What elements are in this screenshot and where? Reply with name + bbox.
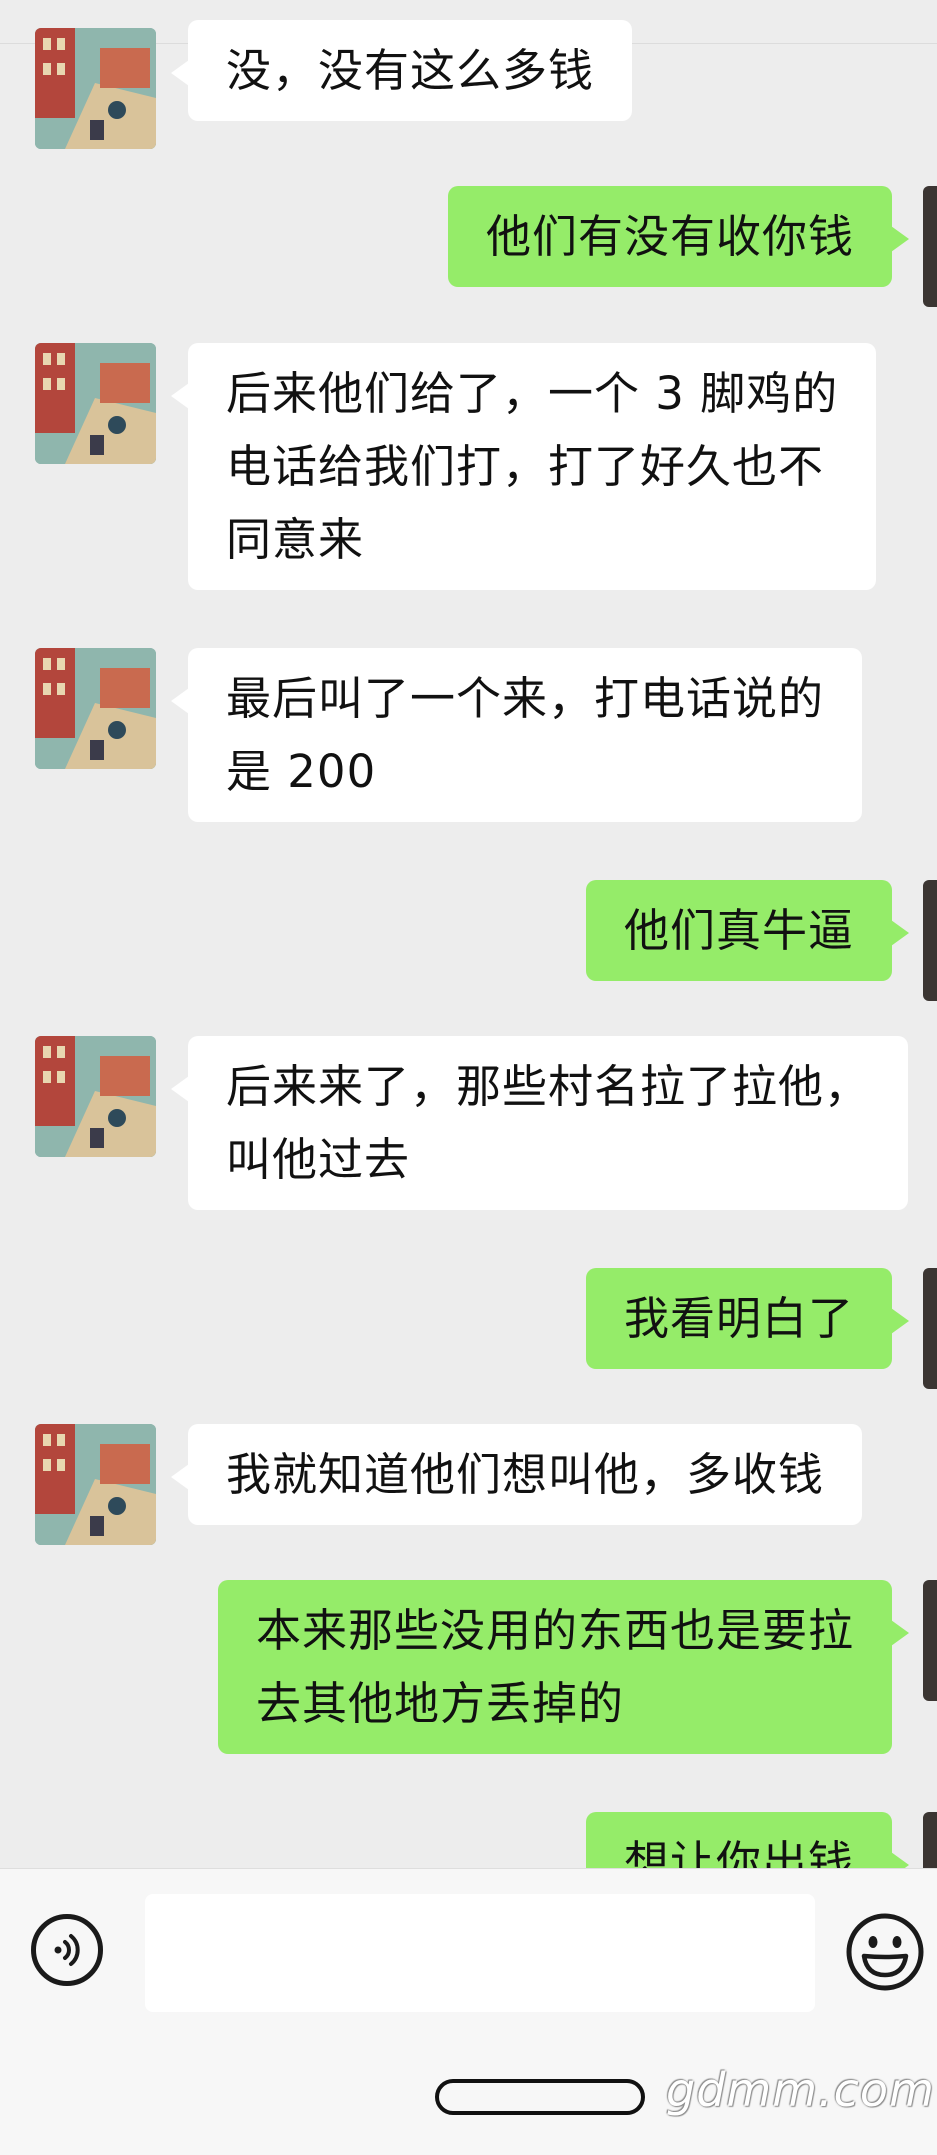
chat-input-bar: gdmm.com: [0, 1868, 937, 2155]
contact-avatar[interactable]: [35, 1424, 156, 1545]
incoming-message-bubble[interactable]: 我就知道他们想叫他，多收钱: [170, 1424, 863, 1525]
voice-button[interactable]: [31, 1914, 103, 1986]
incoming-message-bubble[interactable]: 后来来了，那些村名拉了拉他， 叫他过去: [170, 1036, 909, 1210]
watermark: gdmm.com: [666, 2063, 935, 2117]
message-input[interactable]: [145, 1894, 815, 2012]
contact-avatar[interactable]: [35, 343, 156, 464]
self-avatar[interactable]: [923, 1580, 937, 1701]
incoming-message-bubble[interactable]: 后来他们给了，一个 3 脚鸡的 电话给我们打，打了好久也不 同意来: [170, 343, 877, 590]
contact-avatar[interactable]: [35, 28, 156, 149]
incoming-message-bubble[interactable]: 没，没有这么多钱: [170, 20, 633, 121]
avatar-painting-image: [35, 28, 156, 149]
contact-avatar[interactable]: [35, 1036, 156, 1157]
contact-avatar[interactable]: [35, 648, 156, 769]
home-indicator[interactable]: [435, 2079, 645, 2115]
outgoing-message-bubble[interactable]: 想让你出钱: [585, 1812, 910, 1868]
avatar-painting-image: [35, 648, 156, 769]
avatar-painting-image: [35, 343, 156, 464]
chat-message-list[interactable]: 没，没有这么多钱 他们有没有收你钱 后来他们给了，一个 3 脚鸡的 电话给我们打…: [0, 0, 937, 1868]
outgoing-message-bubble[interactable]: 我看明白了: [585, 1268, 910, 1369]
emoji-button[interactable]: [845, 1912, 925, 1992]
voice-icon: [54, 1934, 80, 1966]
outgoing-message-bubble[interactable]: 他们有没有收你钱: [447, 186, 910, 287]
avatar-painting-image: [35, 1036, 156, 1157]
self-avatar[interactable]: [923, 186, 937, 307]
incoming-message-bubble[interactable]: 最后叫了一个来，打电话说的 是 200: [170, 648, 863, 822]
outgoing-message-bubble[interactable]: 他们真牛逼: [585, 880, 910, 981]
outgoing-message-bubble[interactable]: 本来那些没用的东西也是要拉 去其他地方丢掉的: [217, 1580, 910, 1754]
self-avatar[interactable]: [923, 1812, 937, 1868]
self-avatar[interactable]: [923, 1268, 937, 1389]
emoji-icon: [846, 1913, 924, 1991]
avatar-painting-image: [35, 1424, 156, 1545]
self-avatar[interactable]: [923, 880, 937, 1001]
